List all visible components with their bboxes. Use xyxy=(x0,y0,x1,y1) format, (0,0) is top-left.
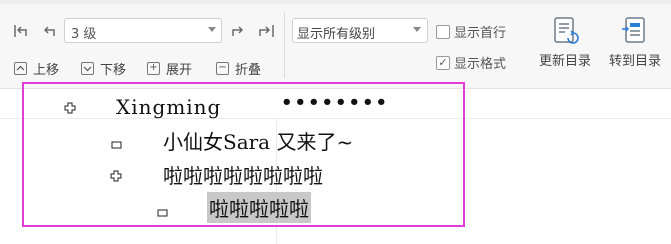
minus-icon: − xyxy=(216,61,229,75)
outline-ribbon: 3 级 上移 下移 + 展开 − 折叠 显示所有级别 显示首行 ✓ 显示格式 更… xyxy=(0,0,671,89)
ribbon-top-edge xyxy=(0,0,671,4)
outline-collapse-marker-icon[interactable] xyxy=(111,135,123,154)
outline-item-text: Xingming xyxy=(116,95,222,119)
outline-level-value: 3 级 xyxy=(71,27,97,42)
move-down-label: 下移 xyxy=(100,62,127,78)
move-up-label: 上移 xyxy=(33,62,60,78)
check-icon: ✓ xyxy=(436,55,450,70)
expand-button[interactable]: + 展开 xyxy=(147,58,192,78)
update-toc-icon xyxy=(554,17,579,44)
move-down-button[interactable]: 下移 xyxy=(81,58,126,78)
goto-toc-icon xyxy=(622,17,645,43)
chevron-up-icon xyxy=(14,61,27,75)
goto-toc-label: 转到目录 xyxy=(608,54,661,69)
outline-item-text: 啦啦啦啦啦 xyxy=(209,197,309,221)
chevron-down-icon xyxy=(81,61,94,75)
show-format-checkbox[interactable]: ✓ 显示格式 xyxy=(436,53,506,72)
show-levels-value: 显示所有级别 xyxy=(297,27,376,42)
show-first-line-checkbox[interactable]: 显示首行 xyxy=(436,22,506,41)
outline-item-level2[interactable]: 啦啦啦啦啦啦啦啦 xyxy=(163,160,323,189)
outline-item-text: 啦啦啦啦啦啦啦啦 xyxy=(163,164,323,188)
show-first-line-label: 显示首行 xyxy=(454,26,507,41)
goto-toc-button[interactable]: 转到目录 xyxy=(603,16,667,69)
move-up-button[interactable]: 上移 xyxy=(14,58,59,78)
outline-collapse-marker-icon[interactable] xyxy=(157,203,169,222)
collapse-label: 折叠 xyxy=(235,62,262,78)
update-toc-label: 更新目录 xyxy=(538,54,591,69)
outline-item-level3-selected[interactable]: 啦啦啦啦啦 xyxy=(207,192,311,223)
outline-level-select[interactable]: 3 级 xyxy=(64,18,222,43)
chevron-down-icon xyxy=(208,27,216,32)
show-format-label: 显示格式 xyxy=(454,57,507,72)
outline-expand-marker-icon[interactable] xyxy=(110,167,122,186)
chevron-down-icon xyxy=(413,27,421,32)
outline-item-text: 小仙女Sara 又来了~ xyxy=(163,130,354,154)
collapse-button[interactable]: − 折叠 xyxy=(216,58,261,78)
show-levels-select[interactable]: 显示所有级别 xyxy=(292,18,428,43)
demote-icon[interactable] xyxy=(230,22,248,43)
promote-to-heading1-icon[interactable] xyxy=(12,22,30,43)
promote-icon[interactable] xyxy=(40,22,58,43)
outline-item-level2[interactable]: 小仙女Sara 又来了~ xyxy=(163,126,353,155)
plus-icon: + xyxy=(147,61,160,75)
checkbox-box xyxy=(436,24,450,39)
update-toc-button[interactable]: 更新目录 xyxy=(533,16,597,69)
outline-item-extra: •••••••• xyxy=(281,92,390,113)
demote-to-body-icon[interactable] xyxy=(258,22,276,43)
outline-expand-marker-icon[interactable] xyxy=(64,99,76,118)
outline-item-level1[interactable]: Xingming xyxy=(116,95,221,119)
outline-item-level1-dots: •••••••• xyxy=(281,92,389,113)
expand-label: 展开 xyxy=(166,62,193,78)
ribbon-separator xyxy=(284,12,285,78)
